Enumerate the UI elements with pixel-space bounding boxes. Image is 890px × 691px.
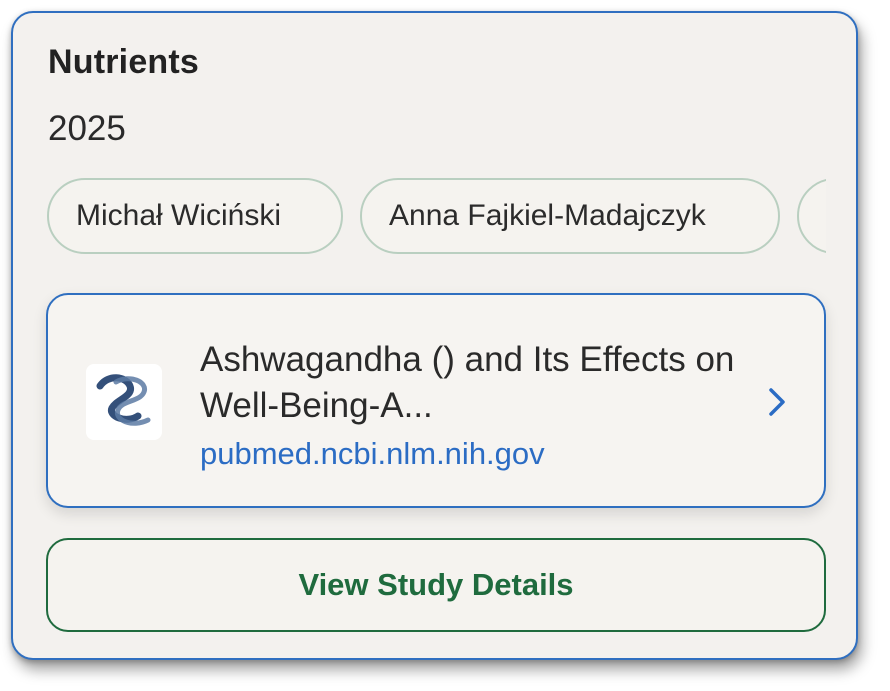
view-study-details-button[interactable]: View Study Details [46, 538, 826, 632]
journal-title: Nutrients [48, 43, 200, 81]
study-card: Nutrients 2025 Michał Wiciński Anna Fajk… [11, 11, 858, 660]
article-domain: pubmed.ncbi.nlm.nih.gov [200, 436, 545, 471]
author-chip[interactable]: Michał Wiciński [47, 178, 343, 254]
source-link-card[interactable]: Ashwagandha () and Its Effects on Well-B… [46, 293, 826, 508]
author-chips: Michał Wiciński Anna Fajkiel-Madajczyk [46, 178, 826, 260]
author-chip[interactable] [797, 178, 826, 254]
author-chip[interactable]: Anna Fajkiel-Madajczyk [360, 178, 780, 254]
pubmed-logo-icon [86, 364, 162, 440]
publication-year: 2025 [48, 109, 126, 148]
chevron-right-icon [764, 387, 790, 417]
article-title: Ashwagandha () and Its Effects on Well-B… [200, 340, 735, 425]
